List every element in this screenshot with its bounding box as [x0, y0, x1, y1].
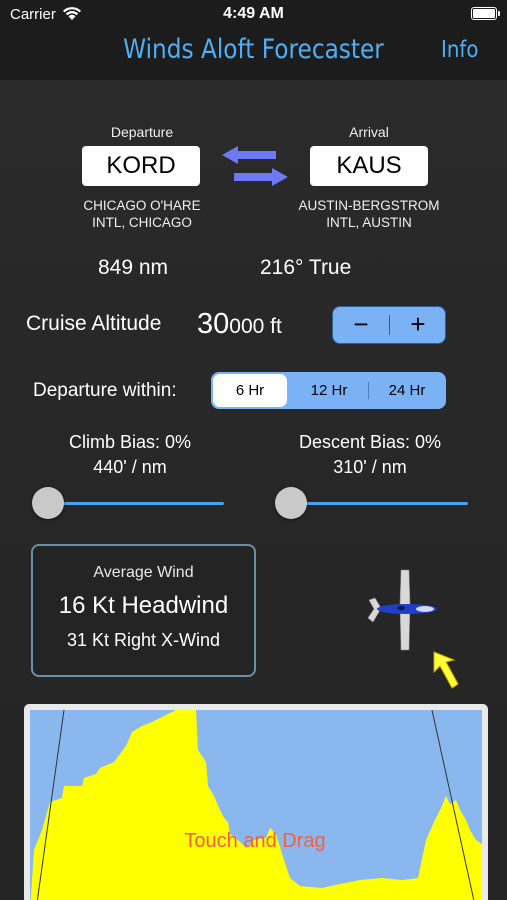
navigation-bar: Winds Aloft Forecaster Info — [0, 30, 507, 80]
departure-code-field[interactable]: KORD — [82, 146, 200, 186]
descent-rate-label: 310' / nm — [333, 457, 407, 477]
cruise-altitude-thousands: 30 — [197, 308, 230, 340]
departure-within-label: Departure within: — [33, 380, 177, 401]
altitude-decrease-button[interactable]: − — [333, 307, 389, 343]
altitude-stepper[interactable]: − + — [332, 306, 446, 344]
route-course: 216° True — [260, 256, 352, 279]
route-distance: 849 nm — [98, 256, 169, 279]
departure-heading: Departure — [110, 124, 174, 140]
arrival-airport-name: AUSTIN-BERGSTROM INTL, AUSTIN — [284, 197, 454, 231]
touch-and-drag-hint: Touch and Drag — [184, 830, 326, 852]
battery-icon — [471, 7, 500, 20]
info-button[interactable]: Info — [442, 37, 479, 63]
descent-bias-slider-track[interactable] — [290, 502, 468, 505]
cruise-altitude-label: Cruise Altitude — [26, 312, 162, 335]
headwind-value: 16 Kt Headwind — [58, 592, 229, 619]
descent-bias-label: Descent Bias: 0% — [298, 432, 442, 452]
status-time: 4:49 AM — [223, 5, 284, 22]
crosswind-value: 31 Kt Right X-Wind — [66, 630, 221, 650]
climb-bias-label: Climb Bias: 0% — [68, 432, 192, 452]
climb-rate-label: 440' / nm — [93, 457, 167, 477]
departure-airport-name: CHICAGO O'HARE INTL, CHICAGO — [62, 197, 222, 231]
average-wind-panel: Average Wind 16 Kt Headwind 31 Kt Right … — [31, 544, 256, 677]
departure-window-segmented-control[interactable]: 6 Hr 12 Hr 24 Hr — [211, 372, 446, 409]
wind-profile-graphic[interactable] — [30, 710, 482, 900]
cruise-altitude-value: 30000 ft — [197, 308, 282, 341]
descent-bias-slider-knob[interactable] — [275, 487, 307, 519]
page-title: Winds Aloft Forecaster — [123, 34, 384, 65]
swap-airports-icon[interactable] — [220, 145, 290, 187]
segment-24hr[interactable]: 24 Hr — [368, 372, 446, 409]
arrival-heading: Arrival — [349, 124, 389, 140]
wind-direction-arrow-icon — [433, 651, 459, 689]
departure-name-line1: CHICAGO O'HARE — [83, 198, 201, 213]
average-wind-heading: Average Wind — [93, 564, 194, 581]
status-bar: Carrier 4:49 AM — [0, 0, 507, 30]
arrival-name-line2: INTL, AUSTIN — [326, 215, 412, 230]
cruise-altitude-suffix: 000 ft — [229, 315, 282, 338]
wind-profile-chart[interactable] — [24, 704, 488, 900]
segment-6hr[interactable]: 6 Hr — [213, 374, 287, 407]
segment-12hr[interactable]: 12 Hr — [290, 372, 368, 409]
airplane-icon — [367, 569, 437, 651]
arrival-name-line1: AUSTIN-BERGSTROM — [298, 198, 440, 213]
departure-name-line2: INTL, CHICAGO — [92, 215, 192, 230]
arrival-code-field[interactable]: KAUS — [310, 146, 428, 186]
climb-bias-slider-knob[interactable] — [32, 487, 64, 519]
climb-bias-slider-track[interactable] — [46, 502, 224, 505]
altitude-increase-button[interactable]: + — [390, 307, 446, 343]
